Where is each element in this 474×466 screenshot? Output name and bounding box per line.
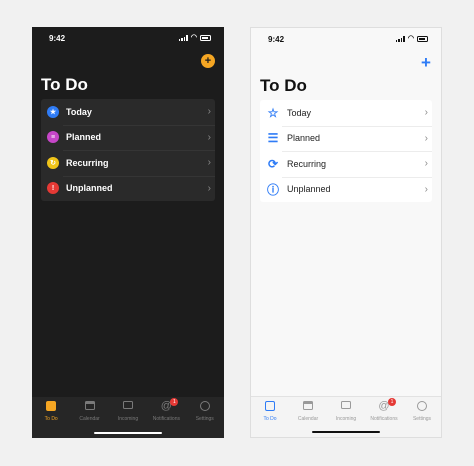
status-icons: ◠ [395, 35, 428, 42]
star-icon: ☆ [267, 105, 279, 120]
tab-label: Settings [195, 416, 214, 422]
list-item-recurring[interactable]: ↻ Recurring › [41, 150, 215, 176]
exclamation-icon: ⓘ [266, 182, 279, 197]
page-title: To Do [260, 76, 307, 95]
wifi-icon: ◠ [407, 35, 414, 42]
wifi-icon: ◠ [190, 34, 197, 41]
tab-label: Calendar [297, 416, 319, 422]
canvas: 9:42 ◠ + To Do ★ Today › ≡ Planned › ↻ R… [0, 0, 474, 466]
list-icon: ≡ [47, 131, 59, 144]
signal-icon [395, 36, 405, 42]
list-item-label: Recurring [66, 157, 109, 168]
battery-icon [417, 36, 428, 42]
tab-todo[interactable]: To Do [252, 401, 288, 437]
list-group: ☆ Today › ☰ Planned › ⟳ Recurring › ⓘ Un… [260, 100, 432, 202]
tab-label: Settings [412, 416, 432, 422]
todo-icon [264, 401, 276, 412]
gear-icon [416, 401, 428, 412]
home-indicator [94, 431, 162, 434]
tab-label: To Do [263, 416, 277, 422]
recurring-icon: ↻ [47, 156, 59, 169]
home-indicator [312, 430, 380, 433]
list-item-unplanned[interactable]: ⓘ Unplanned › [260, 176, 432, 203]
tab-label: Incoming [117, 416, 139, 422]
tab-settings[interactable]: Settings [187, 401, 223, 438]
inbox-icon [122, 401, 134, 412]
list-item-recurring[interactable]: ⟳ Recurring › [260, 151, 432, 177]
plus-icon: + [421, 53, 431, 72]
notification-badge: 1 [170, 398, 179, 406]
list-item-label: Today [66, 106, 92, 117]
list-item-planned[interactable]: ☰ Planned › [260, 125, 432, 152]
chevron-right-icon: › [207, 182, 211, 194]
status-bar: 9:42 ◠ [32, 27, 224, 51]
list-item-label: Today [287, 107, 312, 118]
chevron-right-icon: › [424, 183, 428, 195]
recurring-icon: ⟳ [267, 156, 279, 171]
battery-icon [200, 35, 211, 41]
plus-icon: + [204, 55, 212, 67]
list-item-planned[interactable]: ≡ Planned › [41, 124, 215, 151]
tab-label: Calendar [79, 416, 100, 422]
list-item-unplanned[interactable]: ! Unplanned › [41, 175, 215, 202]
status-time: 9:42 [49, 34, 66, 43]
calendar-icon [302, 401, 314, 412]
add-button[interactable]: + [418, 53, 434, 72]
inbox-icon [340, 401, 352, 412]
status-time: 9:42 [268, 35, 285, 44]
status-icons: ◠ [178, 34, 211, 41]
tab-todo[interactable]: To Do [33, 401, 69, 438]
add-button[interactable]: + [201, 54, 215, 68]
list-icon: ☰ [267, 131, 279, 146]
page-title: To Do [41, 75, 88, 94]
chevron-right-icon: › [207, 131, 211, 143]
tab-settings[interactable]: Settings [404, 401, 440, 437]
notification-badge: 1 [388, 398, 396, 406]
list-item-today[interactable]: ☆ Today › [260, 100, 432, 126]
gear-icon [199, 401, 211, 412]
list-item-label: Planned [287, 133, 321, 144]
dark-mode-screen: 9:42 ◠ + To Do ★ Today › ≡ Planned › ↻ R… [32, 27, 224, 438]
tab-label: To Do [44, 416, 58, 422]
tab-label: Incoming [335, 416, 357, 422]
exclamation-icon: ! [47, 182, 59, 195]
list-item-label: Planned [66, 132, 102, 143]
tab-label: Notifications [152, 416, 180, 422]
light-mode-screen: 9:42 ◠ + To Do ☆ Today › ☰ Planned › ⟳ R… [250, 27, 442, 438]
list-item-today[interactable]: ★ Today › [41, 99, 215, 125]
list-item-label: Unplanned [287, 184, 331, 195]
chevron-right-icon: › [424, 132, 428, 144]
chevron-right-icon: › [207, 157, 211, 169]
todo-icon [45, 401, 57, 412]
tab-label: Notifications [370, 416, 398, 422]
calendar-icon [84, 401, 96, 412]
list-item-label: Unplanned [66, 183, 113, 194]
list-item-label: Recurring [287, 158, 327, 169]
list-group: ★ Today › ≡ Planned › ↻ Recurring › ! Un… [41, 99, 215, 201]
star-icon: ★ [47, 105, 59, 118]
chevron-right-icon: › [207, 106, 211, 118]
chevron-right-icon: › [424, 107, 428, 119]
status-bar: 9:42 ◠ [251, 28, 441, 52]
signal-icon [178, 35, 188, 41]
chevron-right-icon: › [424, 158, 428, 170]
